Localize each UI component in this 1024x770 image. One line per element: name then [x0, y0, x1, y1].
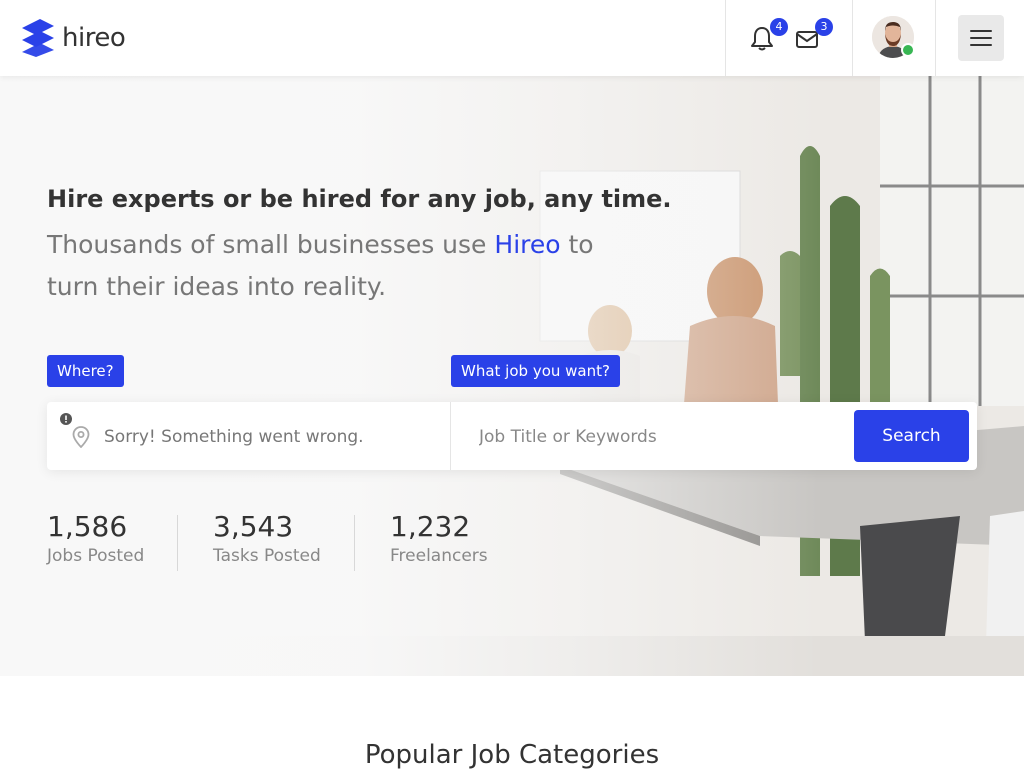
- location-field: [47, 402, 451, 472]
- hamburger-icon-line: [970, 44, 992, 46]
- header-divider: [935, 0, 936, 76]
- logo-text: hireo: [62, 23, 126, 53]
- hero-subtitle-start: Thousands of small businesses use: [47, 230, 495, 259]
- search-bar: Search: [47, 402, 977, 472]
- stat-jobs-posted: 1,586 Jobs Posted: [47, 510, 144, 566]
- online-status-dot: [901, 43, 915, 57]
- stat-freelancers: 1,232 Freelancers: [390, 510, 488, 566]
- error-icon: [60, 413, 72, 425]
- site-header: hireo 4 3: [0, 0, 1024, 76]
- stat-label: Freelancers: [390, 546, 488, 566]
- hamburger-icon: [970, 30, 992, 32]
- hero-subtitle-brand: Hireo: [494, 230, 561, 259]
- hero-subtitle: Thousands of small businesses use Hireo …: [47, 224, 647, 308]
- location-input[interactable]: [102, 402, 446, 472]
- stat-label: Jobs Posted: [47, 546, 145, 566]
- hero-section: Hire experts or be hired for any job, an…: [0, 76, 1024, 676]
- stat-value: 3,543: [213, 510, 294, 543]
- stat-value: 1,232: [390, 510, 471, 543]
- stat-label: Tasks Posted: [213, 546, 321, 566]
- keyword-input[interactable]: [477, 402, 841, 472]
- keyword-field: [451, 402, 851, 472]
- notifications-button[interactable]: 4: [750, 18, 788, 52]
- stat-value: 1,586: [47, 510, 128, 543]
- messages-button[interactable]: 3: [795, 18, 833, 52]
- stat-tasks-posted: 3,543 Tasks Posted: [213, 510, 321, 566]
- logo[interactable]: hireo: [20, 18, 126, 58]
- hamburger-icon-line: [970, 37, 992, 39]
- hero-title: Hire experts or be hired for any job, an…: [47, 185, 672, 213]
- what-label: What job you want?: [451, 355, 620, 387]
- notifications-badge: 4: [770, 18, 788, 36]
- header-divider: [852, 0, 853, 76]
- logo-mark-icon: [22, 19, 54, 57]
- stat-divider: [177, 515, 178, 571]
- user-avatar[interactable]: [872, 16, 915, 58]
- location-pin-icon: [72, 426, 90, 448]
- categories-section-title: Popular Job Categories: [364, 740, 660, 770]
- stat-divider: [354, 515, 355, 571]
- messages-badge: 3: [815, 18, 833, 36]
- menu-button[interactable]: [958, 15, 1004, 61]
- header-divider: [725, 0, 726, 76]
- where-label: Where?: [47, 355, 124, 387]
- search-button[interactable]: Search: [854, 410, 969, 462]
